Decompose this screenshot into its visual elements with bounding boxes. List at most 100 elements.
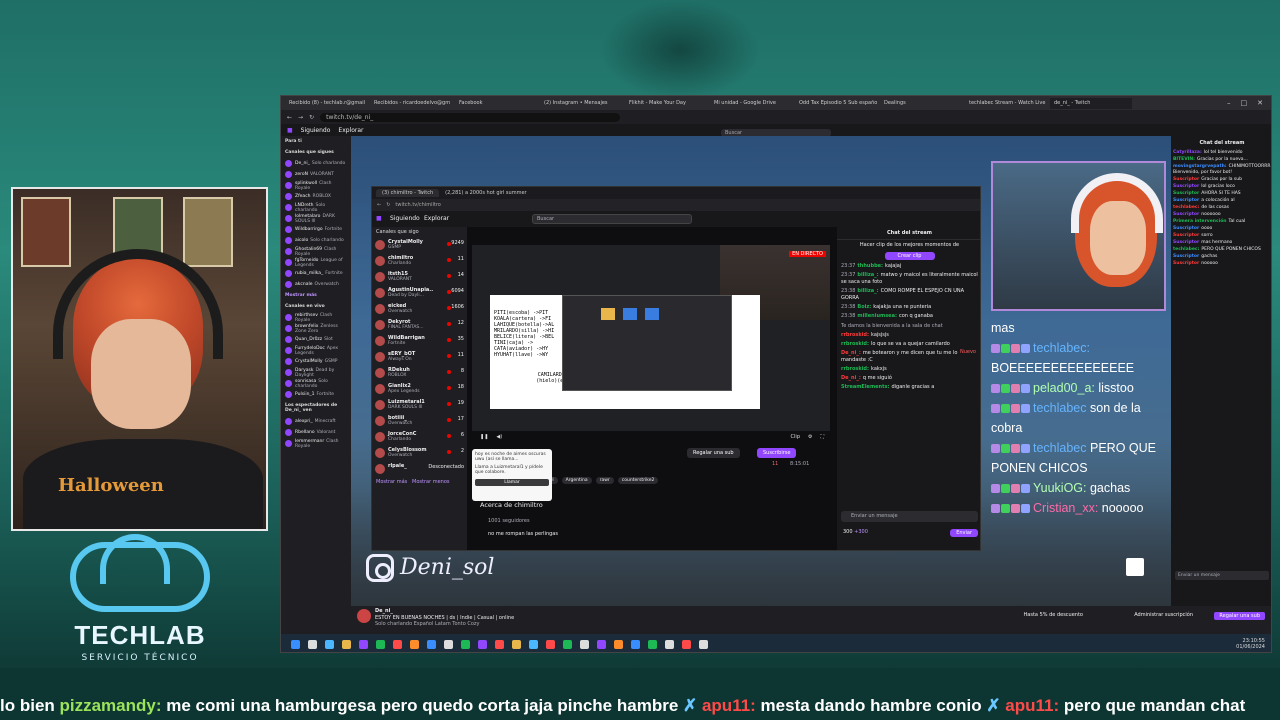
sidebar-channel[interactable]: LNDreth Solo charlando: [281, 202, 351, 213]
sidebar-channel[interactable]: Quan_Dr0zz Slot: [281, 334, 351, 345]
message-user[interactable]: Suscriptor: [1173, 184, 1199, 189]
message-user[interactable]: Suscriptor: [1173, 198, 1199, 203]
sidebar-channel[interactable]: aicolo Solo charlando: [281, 235, 351, 246]
new-messages-label[interactable]: Nuevo: [960, 349, 976, 355]
stream-video[interactable]: (3) chimiltro - Twitch (2,281) a 2000s h…: [351, 136, 1171, 606]
back-icon[interactable]: ←: [377, 202, 381, 208]
twitch-logo-icon[interactable]: ■: [287, 127, 293, 134]
chrome-icon[interactable]: [529, 639, 538, 649]
inner-channel-row[interactable]: Gianlix2 Apex Legends 18: [372, 381, 467, 397]
back-icon[interactable]: ←: [287, 114, 292, 121]
sidebar-channel[interactable]: brownfelix Zenless Zone Zero: [281, 323, 351, 334]
browser-tab[interactable]: (2) Instagram • Mensajes: [540, 98, 622, 109]
app-icon[interactable]: [631, 639, 640, 649]
fullscreen-icon[interactable]: ⛶: [820, 434, 830, 440]
sidebar-channel[interactable]: Zfeach ROBLOX: [281, 191, 351, 202]
browser-tab[interactable]: de_ni_ - Twitch: [1050, 97, 1132, 109]
message-user[interactable]: movingstargrvepath:: [1173, 164, 1227, 169]
sidebar-channel[interactable]: Pulsiin_1 Fortnite: [281, 389, 351, 400]
folder-icon[interactable]: [342, 639, 351, 649]
firefox-icon[interactable]: [410, 639, 419, 649]
sidebar-channel[interactable]: Daryask Dead by Daylight: [281, 367, 351, 378]
inner-channel-row[interactable]: AgustinUnapia.. Dead by Dayli... 6094: [372, 285, 467, 301]
manage-sub-link[interactable]: Administrar suscripción: [1134, 612, 1193, 618]
inner-channel-row[interactable]: eicked Overwatch 1606: [372, 301, 467, 317]
inner-channel-row[interactable]: CelysBlossom Overwatch 2: [372, 445, 467, 461]
taskbar-clock[interactable]: 23:10:55 01/06/2024: [1236, 638, 1271, 650]
message-user[interactable]: billiza_:: [857, 288, 878, 294]
inner-chat-input[interactable]: Enviar un mensaje: [841, 511, 978, 522]
app-icon[interactable]: [699, 639, 708, 649]
volume-icon[interactable]: ◀): [496, 434, 502, 440]
twitch-icon[interactable]: [359, 639, 368, 649]
sidebar-channel[interactable]: rubia_milka_ Fortnite: [281, 268, 351, 279]
inner-search-input[interactable]: Buscar: [532, 214, 692, 224]
inner-url[interactable]: twitch.tv/chimiltro: [395, 202, 440, 208]
spotify-icon[interactable]: [376, 639, 385, 649]
app-icon[interactable]: [563, 639, 572, 649]
browser-tab[interactable]: Facebook: [455, 98, 537, 109]
sidebar-channel[interactable]: zeroN VALORANT: [281, 169, 351, 180]
message-user[interactable]: StreamElements:: [841, 384, 889, 390]
inner-channel-row[interactable]: botiiii_ Overwatch 17: [372, 413, 467, 429]
url-input[interactable]: twitch.tv/de_ni_: [320, 112, 621, 122]
message-user[interactable]: Suscriptor: [1173, 177, 1199, 182]
inner-stream-video[interactable]: EN DIRECTO BATTLE R PITI(escoba) ->PITKO…: [472, 245, 830, 431]
discord-icon[interactable]: [478, 639, 487, 649]
message-user[interactable]: milleniumsea:: [857, 313, 897, 319]
reload-icon[interactable]: ↻: [309, 114, 314, 121]
channel-points[interactable]: 300 +300: [843, 529, 868, 535]
sidebar-channel[interactable]: lemmermanr Clash Royale: [281, 438, 351, 449]
sidebar-channel[interactable]: FurrydeloDoc Apex Legends: [281, 345, 351, 356]
message-user[interactable]: Suscriptor: [1173, 191, 1199, 196]
app-icon[interactable]: [597, 639, 606, 649]
explorer-icon[interactable]: [512, 639, 521, 649]
nav-explore[interactable]: Explorar: [338, 127, 363, 134]
message-user[interactable]: De_ni_:: [841, 375, 861, 381]
minimize-icon[interactable]: –: [1227, 99, 1231, 107]
settings-icon[interactable]: [444, 639, 453, 649]
inner-channel-row[interactable]: RDekuh ROBLOX 8: [372, 365, 467, 381]
sidebar-show-more[interactable]: Mostrar más: [281, 290, 351, 301]
message-user[interactable]: BITEVIN:: [1173, 157, 1195, 162]
whatsapp-icon[interactable]: [461, 639, 470, 649]
stream-tag[interactable]: counterstrike2: [617, 477, 659, 484]
inner-tab-1[interactable]: (3) chimiltro - Twitch: [376, 189, 440, 197]
message-user[interactable]: techlabec:: [1173, 247, 1199, 252]
app-icon[interactable]: [682, 639, 691, 649]
message-user[interactable]: rrbroskid:: [841, 341, 869, 347]
edge-icon[interactable]: [427, 639, 436, 649]
message-user[interactable]: Suscriptor: [1173, 212, 1199, 217]
task-view-icon[interactable]: [325, 639, 334, 649]
app-icon[interactable]: [546, 639, 555, 649]
browser-tab[interactable]: Flikhit - Make Your Day: [625, 98, 707, 109]
channel-name[interactable]: De_ni_: [375, 608, 393, 614]
send-button[interactable]: Enviar: [950, 529, 978, 537]
gift-sub-button[interactable]: Regalar una sub: [1214, 612, 1265, 620]
inner-tab-2[interactable]: (2,281) a 2000s hot girl summer: [445, 190, 526, 196]
inner-channel-row[interactable]: WildBarrigan Fortnite 35: [372, 333, 467, 349]
inner-channel-row[interactable]: CrystalMolly GSMP 9249: [372, 237, 467, 253]
pause-icon[interactable]: ❚❚: [480, 434, 488, 440]
inner-channel-row[interactable]: Luizmetaral1 DARK SOULS III 19: [372, 397, 467, 413]
browser-tab[interactable]: Mi unidad - Google Drive: [710, 98, 792, 109]
clip-button[interactable]: Clip: [791, 434, 800, 440]
message-user[interactable]: techlabec:: [1173, 205, 1199, 210]
sidebar-channel[interactable]: alexpri_ Minecraft: [281, 416, 351, 427]
outer-chat-input[interactable]: Enviar un mensaje: [1175, 571, 1269, 580]
message-user[interactable]: thhubbe:: [857, 263, 883, 269]
sidebar-channel[interactable]: De_ni_ Solo charlando: [281, 158, 351, 169]
sidebar-channel[interactable]: Ghostalin69 Clash Royale: [281, 246, 351, 257]
message-user[interactable]: Suscriptor: [1173, 240, 1199, 245]
app-icon[interactable]: [648, 639, 657, 649]
sidebar-channel[interactable]: fgTorneido League of Legends: [281, 257, 351, 268]
inner-channel-row[interactable]: Dekyrot FINAL FANTAS... 12: [372, 317, 467, 333]
message-user[interactable]: Suscriptor: [1173, 226, 1199, 231]
subscribe-button[interactable]: Suscribirse: [757, 448, 797, 458]
gift-sub-button[interactable]: Regalar una sub: [687, 448, 740, 458]
inner-show-more[interactable]: Mostrar más: [376, 479, 407, 485]
stream-tag[interactable]: Argentina: [561, 477, 592, 484]
nav-explore[interactable]: Explorar: [424, 215, 449, 222]
search-icon[interactable]: [308, 639, 317, 649]
browser-tab[interactable]: techlabec Stream - Watch Live on: [965, 98, 1047, 109]
